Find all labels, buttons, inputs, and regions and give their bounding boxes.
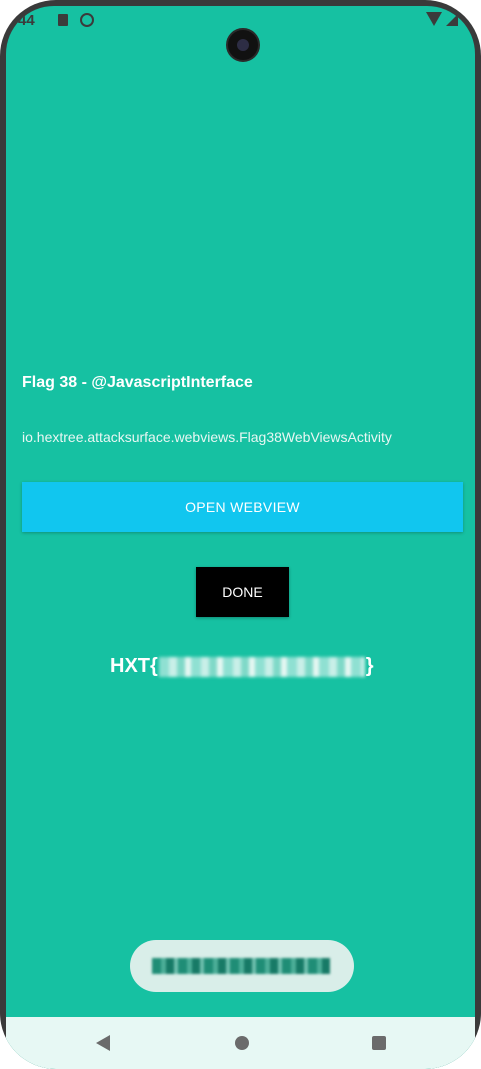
sd-card-icon (58, 14, 68, 26)
toast (130, 940, 354, 992)
redacted-flag (158, 656, 365, 677)
flag-suffix: } (365, 655, 374, 677)
circle-status-icon (80, 13, 94, 27)
navigation-bar (6, 1017, 475, 1069)
home-icon[interactable] (235, 1036, 249, 1050)
flag-title: Flag 38 - @JavascriptInterface (22, 374, 253, 391)
redacted-toast-text (152, 958, 330, 974)
camera-lens (237, 39, 249, 51)
phone-frame: 44 Flag 38 - @JavascriptInterface io.hex… (0, 0, 481, 1069)
flag-value: HXT{} (110, 655, 374, 681)
back-icon[interactable] (96, 1035, 110, 1051)
signal-icon (446, 14, 458, 26)
activity-name: io.hextree.attacksurface.webviews.Flag38… (22, 429, 392, 445)
camera-icon (226, 28, 260, 62)
done-button[interactable]: DONE (196, 567, 289, 617)
wifi-icon (426, 12, 442, 26)
flag-prefix: HXT{ (110, 655, 158, 677)
open-webview-button[interactable]: OPEN WEBVIEW (22, 482, 463, 532)
screen: 44 Flag 38 - @JavascriptInterface io.hex… (6, 6, 475, 1069)
recents-icon[interactable] (372, 1036, 386, 1050)
status-time: 44 (18, 12, 35, 29)
